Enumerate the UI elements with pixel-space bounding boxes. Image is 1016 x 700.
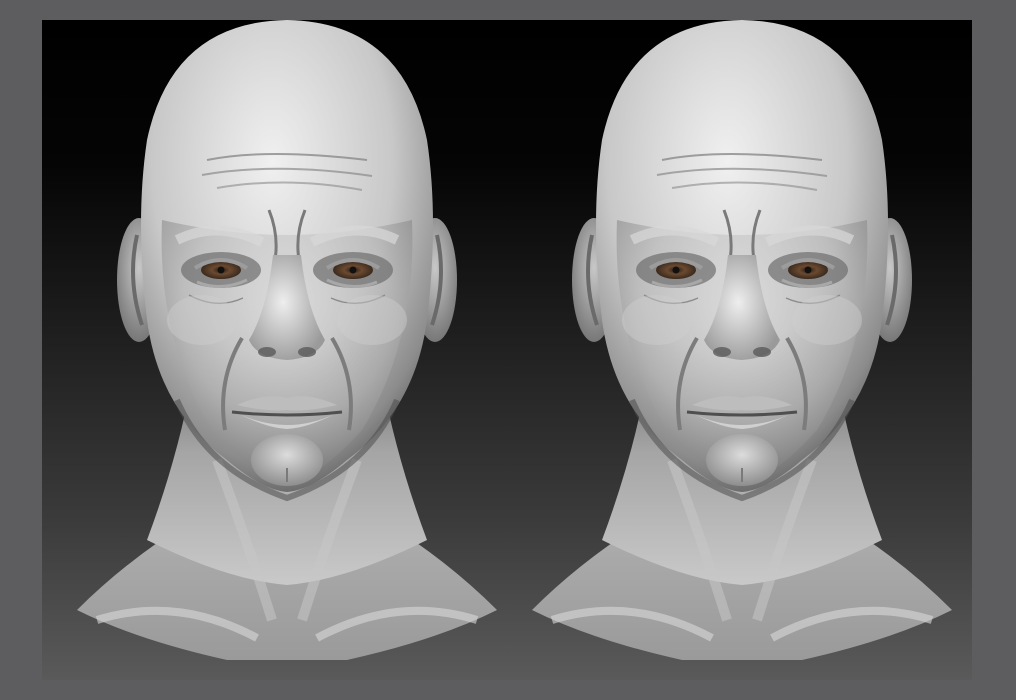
sculpt-renders xyxy=(42,20,972,680)
head-render-right xyxy=(532,20,952,660)
image-frame xyxy=(0,0,1016,700)
render-viewport xyxy=(42,20,972,680)
head-render-left xyxy=(77,20,497,660)
